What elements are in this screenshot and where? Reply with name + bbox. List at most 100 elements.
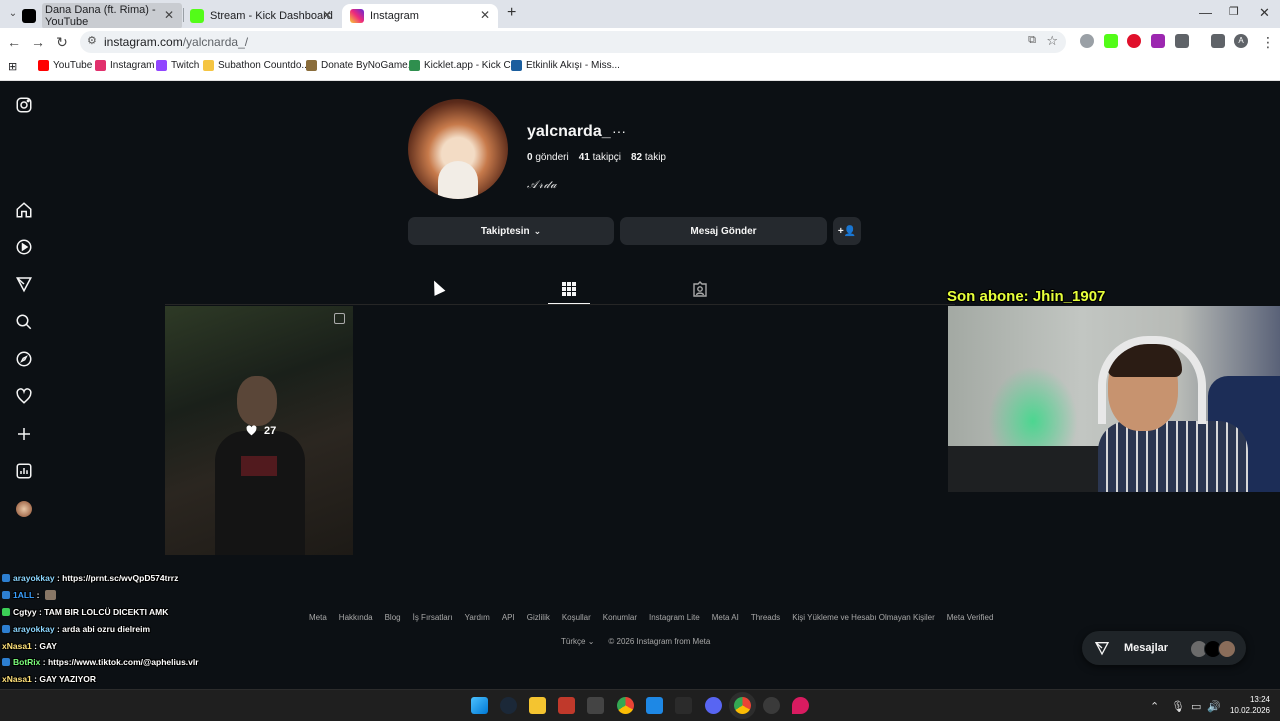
posts-grid-icon[interactable]	[561, 281, 577, 297]
extension-battery-icon[interactable]	[1104, 34, 1118, 48]
volume-icon[interactable]: 🔊	[1207, 700, 1221, 713]
bookmark-kicklet[interactable]: Kicklet.app - Kick C...	[409, 60, 519, 71]
app-red-icon[interactable]	[558, 697, 575, 714]
language-select[interactable]: Türkçe ⌄	[561, 637, 594, 646]
home-icon[interactable]	[14, 200, 34, 220]
notifications-heart-icon[interactable]	[14, 386, 34, 406]
close-tab-icon[interactable]: ✕	[322, 8, 332, 22]
options-more-icon[interactable]: ···	[612, 123, 626, 139]
extension-shield-icon[interactable]	[1080, 34, 1094, 48]
bookmark-star-icon[interactable]: ☆	[1046, 33, 1058, 49]
footer-link[interactable]: Hakkında	[339, 613, 373, 622]
following-stat[interactable]: 82 takip	[631, 152, 666, 163]
messages-send-icon[interactable]	[14, 274, 34, 294]
dashboard-chart-icon[interactable]	[14, 461, 34, 481]
send-message-button[interactable]: Mesaj Gönder	[620, 217, 827, 245]
extension-opera-icon[interactable]	[1127, 34, 1141, 48]
display-icon[interactable]: ▭	[1191, 700, 1201, 713]
file-explorer-icon[interactable]	[529, 697, 546, 714]
steam-icon[interactable]	[500, 697, 517, 714]
discord-icon[interactable]	[705, 697, 722, 714]
tab-instagram[interactable]: Instagram ✕	[342, 4, 498, 28]
footer-link[interactable]: İş Fırsatları	[413, 613, 453, 622]
chat-badge-icon	[2, 591, 10, 600]
profile-avatar[interactable]: A	[1234, 34, 1248, 48]
clock-date: 10.02.2026	[1229, 706, 1270, 715]
followers-count: 41	[578, 152, 590, 163]
tab-kick[interactable]: Stream - Kick Dashboard ✕	[190, 4, 340, 28]
close-tab-icon[interactable]: ✕	[164, 8, 174, 22]
bookmark-etkinlik[interactable]: Etkinlik Akışı - Miss...	[511, 60, 620, 71]
menu-kebab-icon[interactable]: ⋮	[1258, 32, 1278, 52]
apps-grid-icon[interactable]: ⊞	[8, 60, 17, 73]
app-deer-icon[interactable]	[587, 697, 604, 714]
tab-youtube[interactable]: Dana Dana (ft. Rima) - YouTube ✕	[22, 3, 182, 29]
explore-compass-icon[interactable]	[14, 349, 34, 369]
search-icon[interactable]	[14, 312, 34, 332]
instagram-logo-icon[interactable]	[14, 95, 34, 115]
footer-link[interactable]: Kişi Yükleme ve Hesabı Olmayan Kişiler	[792, 613, 935, 622]
forward-icon[interactable]: →	[28, 32, 48, 52]
bookmark-label: Kicklet.app - Kick C...	[424, 60, 520, 71]
app-pin-icon[interactable]	[792, 697, 809, 714]
footer-link[interactable]: API	[502, 613, 515, 622]
post-photo-print	[241, 456, 277, 476]
footer-link[interactable]: Threads	[751, 613, 780, 622]
bookmark-twitch[interactable]: Twitch	[156, 60, 199, 71]
app-blue-icon[interactable]	[646, 697, 663, 714]
webcam-feed	[948, 306, 1280, 492]
bookmark-subathon[interactable]: Subathon Countdo...	[203, 60, 310, 71]
reels-icon[interactable]	[14, 237, 34, 257]
bookmark-youtube[interactable]: YouTube	[38, 60, 92, 71]
maximize-icon[interactable]: ❐	[1229, 5, 1239, 18]
instagram-icon	[95, 60, 106, 71]
reload-icon[interactable]: ↻	[52, 32, 72, 52]
footer-link[interactable]: Gizlilik	[527, 613, 550, 622]
start-windows-icon[interactable]	[471, 697, 488, 714]
following-button[interactable]: Takiptesin ⌄	[408, 217, 614, 245]
minimize-icon[interactable]: —	[1199, 5, 1212, 20]
extensions-puzzle-icon[interactable]	[1175, 34, 1189, 48]
footer-link[interactable]: Blog	[385, 613, 401, 622]
profile-full-name: 𝒜𝓇𝒹𝒶	[527, 178, 558, 191]
close-window-icon[interactable]: ✕	[1259, 5, 1270, 21]
footer-link[interactable]: Konumlar	[603, 613, 637, 622]
bookmark-donate[interactable]: Donate ByNoGame...	[306, 60, 416, 71]
suggested-users-button[interactable]: +👤	[833, 217, 861, 245]
site-info-icon[interactable]: ⚙	[87, 34, 97, 47]
close-tab-icon[interactable]: ✕	[480, 8, 490, 22]
chat-badge-icon	[2, 574, 10, 583]
system-clock[interactable]: 13:24 10.02.2026	[1226, 694, 1270, 716]
chrome-icon[interactable]	[617, 697, 634, 714]
back-icon[interactable]: ←	[4, 32, 24, 52]
install-app-icon[interactable]: ⧉	[1028, 34, 1036, 47]
create-plus-icon[interactable]	[14, 424, 34, 444]
footer-link[interactable]: Yardım	[465, 613, 490, 622]
reading-list-icon[interactable]	[1211, 34, 1225, 48]
address-bar[interactable]: ⚙ instagram.com/yalcnarda_/ ⧉ ☆	[80, 31, 1066, 53]
bookmark-instagram[interactable]: Instagram	[95, 60, 154, 71]
tab-search-chevron-icon[interactable]: ⌄	[3, 4, 23, 24]
footer-link[interactable]: Meta AI	[712, 613, 739, 622]
posts-stat: 0 gönderi	[527, 152, 569, 163]
mouse-cursor	[428, 278, 446, 296]
messages-pill[interactable]: Mesajlar	[1082, 631, 1246, 665]
followers-stat[interactable]: 41 takipçi	[579, 152, 621, 163]
profile-avatar[interactable]	[14, 499, 34, 519]
new-tab-button[interactable]: +	[507, 4, 516, 22]
footer-link[interactable]: Meta	[309, 613, 327, 622]
footer-link[interactable]: Meta Verified	[947, 613, 994, 622]
obs-icon[interactable]	[763, 697, 780, 714]
footer-link[interactable]: Koşullar	[562, 613, 591, 622]
chrome-active-icon[interactable]	[734, 697, 751, 714]
microphone-icon[interactable]: 🎙	[1171, 700, 1185, 713]
post-photo-shirt	[215, 431, 305, 555]
twitch-icon	[156, 60, 167, 71]
tray-chevron-icon[interactable]: ⌃	[1150, 700, 1159, 713]
post-tile[interactable]: 27	[165, 306, 353, 555]
extension-purple-icon[interactable]	[1151, 34, 1165, 48]
footer-link[interactable]: Instagram Lite	[649, 613, 700, 622]
tagged-icon[interactable]	[692, 281, 708, 297]
profile-picture[interactable]	[408, 99, 508, 199]
app-wolf-icon[interactable]	[675, 697, 692, 714]
